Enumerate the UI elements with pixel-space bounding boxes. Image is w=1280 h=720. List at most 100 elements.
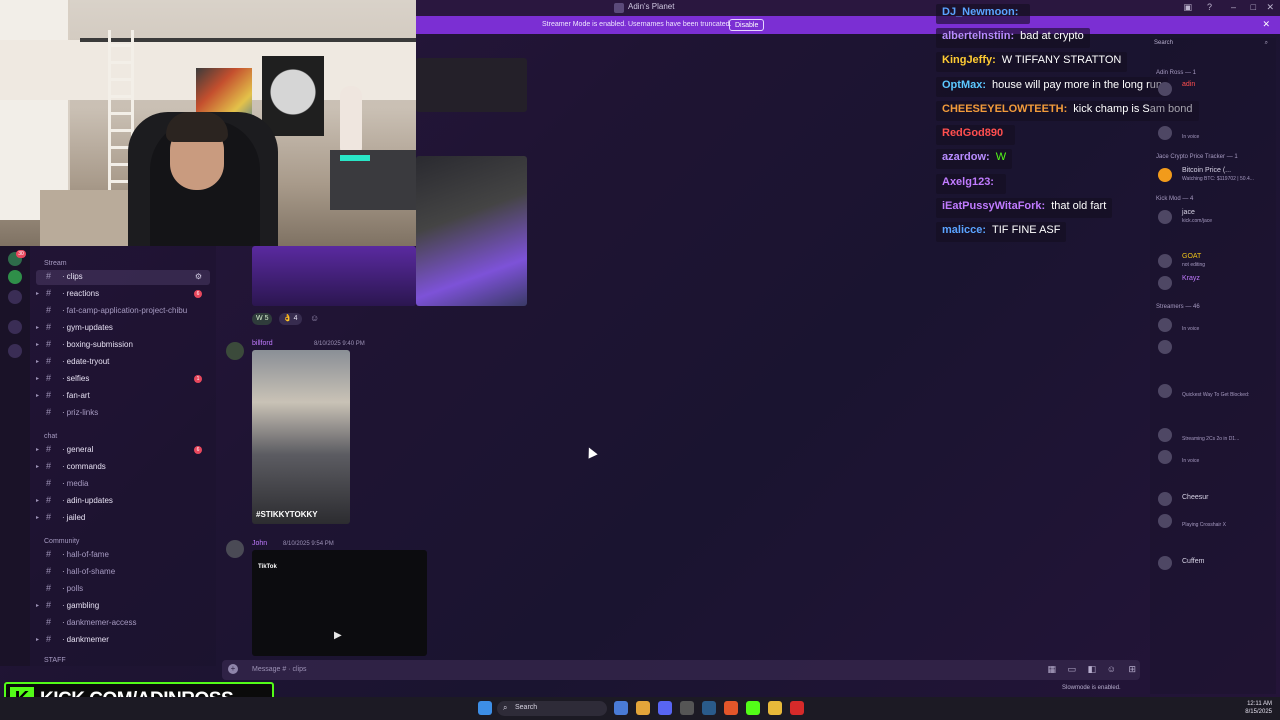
member-row[interactable]: Cheesur bbox=[1158, 490, 1274, 508]
member-row[interactable]: In voice bbox=[1158, 316, 1274, 334]
file-explorer-icon[interactable] bbox=[768, 701, 782, 715]
channel-fan-art[interactable]: ▸ # · fan-art bbox=[36, 389, 210, 404]
member-row[interactable]: adin bbox=[1158, 80, 1274, 98]
disable-streamer-mode-button[interactable]: Disable bbox=[729, 19, 765, 31]
member-row[interactable]: Cuffem bbox=[1158, 554, 1274, 572]
avatar[interactable] bbox=[226, 342, 244, 360]
hash-icon: # bbox=[46, 356, 52, 366]
taskbar-search[interactable]: ⌕ Search bbox=[497, 701, 607, 716]
channel-clips[interactable]: # · clips ⚙ bbox=[36, 270, 210, 285]
search-input[interactable]: Search ⌕ bbox=[1154, 40, 1272, 52]
channel-edate-tryout[interactable]: ▸ # · edate-tryout bbox=[36, 355, 210, 370]
gif-icon[interactable]: ▭ bbox=[1067, 664, 1076, 675]
app-icon[interactable] bbox=[724, 701, 738, 715]
channel-gym-updates[interactable]: ▸ # · gym-updates bbox=[36, 321, 210, 336]
channel-hall-of-shame[interactable]: # · hall-of-shame bbox=[36, 565, 210, 580]
channel-gambling[interactable]: ▸ # · gambling bbox=[36, 599, 210, 614]
emoji-icon[interactable]: ☺ bbox=[1107, 664, 1116, 674]
upload-plus-icon[interactable]: + bbox=[228, 664, 238, 674]
banner-text: Streamer Mode is enabled. Usernames have… bbox=[542, 21, 732, 28]
channel-jailed[interactable]: ▸ # · jailed bbox=[36, 511, 210, 526]
play-icon[interactable]: ▶ bbox=[334, 630, 342, 641]
channel-dankmemer[interactable]: ▸ # · dankmemer bbox=[36, 633, 210, 648]
close-button[interactable]: ✕ bbox=[1266, 2, 1274, 13]
taskbar: ⌕ Search 12:11 AM 8/15/2025 bbox=[0, 697, 1280, 720]
discord-icon[interactable] bbox=[658, 701, 672, 715]
webcam-feed bbox=[0, 0, 416, 246]
discover-icon[interactable] bbox=[8, 344, 22, 358]
channel-adin-updates[interactable]: ▸ # · adin-updates bbox=[36, 494, 210, 509]
chrome-icon[interactable] bbox=[636, 701, 650, 715]
category-stream[interactable]: Stream bbox=[44, 260, 67, 267]
channel-polls[interactable]: # · polls bbox=[36, 582, 210, 597]
system-clock[interactable]: 12:11 AM 8/15/2025 bbox=[1245, 700, 1272, 716]
add-server-icon[interactable] bbox=[8, 320, 22, 334]
attachment-video[interactable]: #STIKKYTOKKY bbox=[252, 350, 350, 524]
channel-reactions[interactable]: ▸ # · reactions 6 bbox=[36, 287, 210, 302]
gift-icon[interactable]: ▦ bbox=[1047, 664, 1056, 675]
app-icon[interactable] bbox=[680, 701, 694, 715]
minimize-button[interactable]: – bbox=[1231, 2, 1236, 12]
maximize-button[interactable]: □ bbox=[1251, 2, 1256, 12]
channel-general[interactable]: ▸ # · general 6 bbox=[36, 443, 210, 458]
category-community[interactable]: Community bbox=[44, 538, 79, 545]
app-icon[interactable] bbox=[614, 701, 628, 715]
channel-boxing-submission[interactable]: ▸ # · boxing-submission bbox=[36, 338, 210, 353]
member-row[interactable] bbox=[1158, 338, 1274, 356]
channel-selfies[interactable]: ▸ # · selfies 1 bbox=[36, 372, 210, 387]
channel-hall-of-fame[interactable]: # · hall-of-fame bbox=[36, 548, 210, 563]
attachment-video[interactable] bbox=[416, 156, 527, 306]
unread-badge: 6 bbox=[194, 290, 202, 298]
server-icon[interactable] bbox=[8, 290, 22, 304]
channel-dankmemer-access[interactable]: # · dankmemer-access bbox=[36, 616, 210, 631]
inbox-icon[interactable]: ▣ bbox=[1183, 2, 1192, 13]
hash-icon: # bbox=[46, 566, 52, 576]
member-row[interactable]: Bitcoin Price (... Watching BTC: $119702 … bbox=[1158, 166, 1274, 184]
message-input[interactable]: Message # · clips bbox=[252, 666, 306, 673]
message-timestamp: 8/10/2025 9:54 PM bbox=[283, 541, 334, 547]
message-author[interactable]: John bbox=[252, 540, 267, 547]
close-banner-icon[interactable]: ✕ bbox=[1262, 19, 1270, 30]
help-icon[interactable]: ? bbox=[1207, 2, 1212, 12]
channel-fat-camp[interactable]: # · fat-camp-application-project-chibu bbox=[36, 304, 210, 319]
reaction-ok-hand[interactable]: 👌 4 bbox=[279, 313, 302, 325]
member-row[interactable]: In voice bbox=[1158, 448, 1274, 466]
member-row[interactable]: Quickest Way To Get Blocked: bbox=[1158, 382, 1274, 400]
app-icon[interactable] bbox=[790, 701, 804, 715]
channel-commands[interactable]: ▸ # · commands bbox=[36, 460, 210, 475]
attachment-video[interactable]: TikTok ▶ bbox=[252, 550, 427, 656]
hash-icon: # bbox=[46, 444, 52, 454]
category-staff[interactable]: STAFF bbox=[44, 657, 66, 664]
attachment-video[interactable] bbox=[252, 246, 416, 306]
server-icon[interactable] bbox=[8, 270, 22, 284]
member-group-header: Jace Crypto Price Tracker — 1 bbox=[1156, 154, 1238, 160]
member-row[interactable]: Krayz bbox=[1158, 274, 1274, 292]
member-row[interactable]: Playing Crosshair X bbox=[1158, 512, 1274, 530]
kick-app-icon[interactable] bbox=[746, 701, 760, 715]
message-timestamp: 8/10/2025 9:40 PM bbox=[314, 341, 365, 347]
hash-icon: # bbox=[46, 305, 52, 315]
category-chat[interactable]: chat bbox=[44, 433, 57, 440]
apps-icon[interactable]: ⊞ bbox=[1128, 664, 1136, 675]
message-composer[interactable]: + Message # · clips ▦ ▭ ◧ ☺ ⊞ bbox=[222, 660, 1140, 680]
search-icon: ⌕ bbox=[503, 703, 508, 712]
attachment-thumbnail[interactable] bbox=[416, 58, 527, 112]
member-row[interactable]: jace kick.com/jace bbox=[1158, 208, 1274, 226]
member-row[interactable]: GOAT not editing bbox=[1158, 252, 1274, 270]
start-menu-icon[interactable] bbox=[478, 701, 492, 715]
hash-icon: # bbox=[46, 390, 52, 400]
hash-icon: # bbox=[46, 461, 52, 471]
member-row[interactable]: Streaming 2Cs 2o in D1... bbox=[1158, 426, 1274, 444]
reaction-w[interactable]: W 5 bbox=[252, 313, 273, 325]
channel-settings-icon[interactable]: ⚙ bbox=[195, 272, 202, 281]
message-author[interactable]: billford bbox=[252, 340, 273, 347]
sticker-icon[interactable]: ◧ bbox=[1087, 664, 1096, 675]
channel-media[interactable]: # · media bbox=[36, 477, 210, 492]
channel-priz-links[interactable]: # · priz-links bbox=[36, 406, 210, 421]
add-reaction-icon[interactable]: ☺ bbox=[310, 313, 319, 323]
avatar[interactable] bbox=[226, 540, 244, 558]
hash-icon: # bbox=[46, 600, 52, 610]
member-row[interactable]: In voice bbox=[1158, 124, 1274, 142]
overlay-chat-message: iEatPussyWitaFork: that old fart bbox=[936, 198, 1113, 218]
steam-icon[interactable] bbox=[702, 701, 716, 715]
